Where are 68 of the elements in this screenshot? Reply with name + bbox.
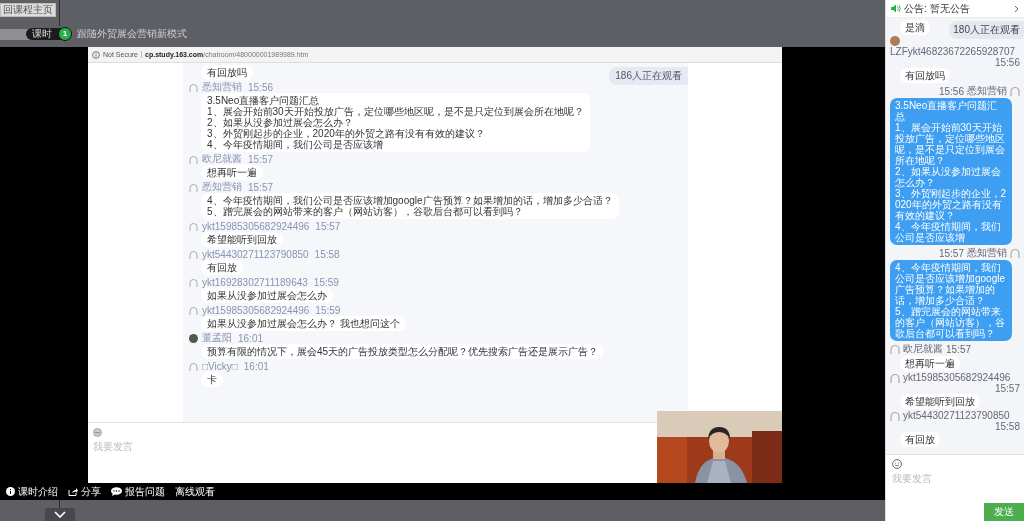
message-bubble: 卡 — [201, 372, 223, 387]
message-bubble: 如果从没参加过展会怎么办 — [201, 288, 333, 303]
message-bubble: 3.5Neo直播客户问题汇总 1、展会开始前30天开始投放广告，定位哪些地区呢，是不是只定位到展会所在地呢？ 2、如果从没参加过展会怎么办？ 3、外贸刚起步的企业，2020年的外贸之路有没有有效的建议？ 4、今年疫情期间，我们公司是否应该增 — [890, 98, 1012, 245]
viewer-count: 186人正在观看 — [609, 67, 688, 85]
message-time: 15:57 — [248, 153, 274, 165]
message-time: 16:01 — [238, 332, 264, 344]
message-bubble: 有回放吗 — [201, 65, 253, 80]
lesson-title[interactable]: 跟随外贸展会营销新模式 — [77, 27, 187, 41]
speaker-icon — [891, 4, 901, 13]
user-name: LZFykt46823672265928707 — [890, 46, 1016, 57]
message-time: 15:59 — [315, 304, 341, 316]
user-name: ykt54430271123790850 — [903, 410, 1010, 421]
user-name: 欧尼就酱 — [202, 152, 242, 166]
user-name: ykt16928302711189643 — [202, 276, 308, 288]
share-icon — [68, 487, 78, 496]
message-bubble: 想再听一遍 — [900, 356, 960, 371]
home-button[interactable]: 回课程主页 — [0, 3, 56, 17]
message-input[interactable]: 我要发言 — [93, 441, 293, 452]
viewer-count: 180人正在观看 — [949, 21, 1024, 39]
notice-text: 公告: 暂无公告 — [904, 1, 971, 16]
emoji-icon[interactable] — [93, 428, 102, 437]
message-time: 15:57 — [994, 383, 1020, 394]
message-bubble: 4、今年疫情期间，我们公司是否应该增加google广告预算？如果增加的话，增加多少合适？ 5、蹭完展会的网站带来的客户（网站访客），谷歌后台都可以看到吗？ — [201, 193, 619, 219]
toolbar-link[interactable]: 报告问题 — [111, 484, 165, 499]
message-time: 15:56 — [248, 81, 274, 93]
message-bubble: 预算有限的情况下，展会45天的广告投放类型怎么分配呢？优先搜索广告还是展示广告？ — [201, 344, 605, 359]
message-time: 15:57 — [938, 247, 964, 259]
user-name: 董孟阳 — [202, 331, 232, 345]
message-time: 16:01 — [243, 360, 269, 372]
toolbar-link[interactable]: 课时介绍 — [6, 484, 58, 499]
message-bubble: 希望能听到回放 — [900, 394, 980, 409]
message-bubble: 3.5Neo直播客户问题汇总 1、展会开始前30天开始投放广告，定位哪些地区呢，是不是只定位到展会所在地呢？ 2、如果从没参加过展会怎么办？ 3、外贸刚起步的企业，2020年的外贸之路有没有有效的建议？ 4、今年疫情期间，我们公司是否应该增 — [201, 93, 590, 152]
chevron-right-icon[interactable] — [1014, 4, 1019, 13]
lesson-number: 1 — [58, 27, 72, 41]
user-name: ykt15985305682924496 — [202, 220, 310, 232]
user-name: 悉知营销 — [967, 246, 1007, 260]
message-bubble: 如果从没参加过展会怎么办？ 我也想问这个 — [201, 316, 406, 331]
toolbar-link[interactable]: 离线观看 — [175, 484, 215, 499]
message-bubble: 有回放 — [900, 432, 940, 447]
expand-button[interactable] — [45, 508, 75, 521]
info-icon — [92, 50, 100, 59]
emoji-icon[interactable] — [892, 459, 902, 469]
message-bubble: 有回放吗 — [900, 68, 950, 83]
user-name: ykt15985305682924496 — [903, 372, 1011, 383]
user-name: 悉知营销 — [202, 180, 242, 194]
message-time: 15:57 — [315, 220, 341, 232]
message-time: 15:56 — [938, 85, 964, 97]
message-time: 15:58 — [994, 421, 1020, 432]
message-time: 15:58 — [314, 248, 340, 260]
user-name: 悉知营销 — [967, 84, 1007, 98]
user-name: 悉知营销 — [202, 80, 242, 94]
message-bubble: 是滴 — [900, 20, 930, 35]
message-time: 15:56 — [994, 57, 1020, 68]
speech-bubble-icon — [111, 487, 122, 496]
message-bubble: 有回放 — [201, 260, 243, 275]
message-time: 15:59 — [313, 276, 339, 288]
chevron-down-icon — [54, 511, 66, 518]
user-name: ykt15985305682924496 — [202, 304, 310, 316]
message-time: 15:57 — [946, 343, 972, 355]
message-time: 15:57 — [248, 181, 274, 193]
message-bubble: 想再听一遍 — [201, 165, 263, 180]
user-name: ykt54430271123790850 — [202, 248, 309, 260]
user-name: □Vicky□ — [202, 360, 238, 372]
message-bubble: 4、今年疫情期间，我们公司是否应该增加google广告预算？如果增加的话，增加多少合适？ 5、蹭完展会的网站带来的客户（网站访客），谷歌后台都可以看到吗？ — [890, 260, 1012, 341]
message-bubble: 希望能听到回放 — [201, 232, 283, 247]
toolbar-link[interactable]: 分享 — [68, 484, 101, 499]
info-icon — [6, 487, 15, 496]
user-name: 欧尼就酱 — [903, 342, 943, 356]
